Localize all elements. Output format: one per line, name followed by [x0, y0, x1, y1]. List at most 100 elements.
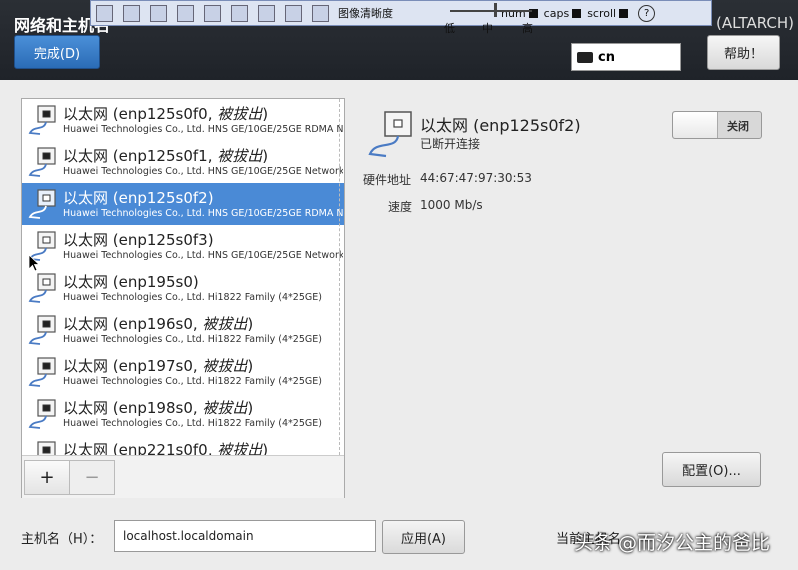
ethernet-icon [28, 189, 56, 219]
connection-description: Huawei Technologies Co., Ltd. Hi1822 Fam… [63, 334, 322, 345]
connection-name-part: ) [262, 105, 269, 123]
connection-description: Huawei Technologies Co., Ltd. Hi1822 Fam… [63, 292, 322, 303]
connection-description: Huawei Technologies Co., Ltd. HNS GE/10G… [63, 208, 343, 219]
connection-name-part: 以太网 (enp196s0, [63, 315, 203, 333]
connection-name: 以太网 (enp125s0f0, 被拔出) [63, 103, 268, 124]
connection-name-part: 被拔出 [217, 105, 263, 123]
mouse-cursor-icon [28, 254, 40, 272]
hw-address-value: 44:67:47:97:30:53 [420, 171, 532, 185]
connection-name-part: 以太网 (enp125s0f0, [63, 105, 218, 123]
connection-description: Huawei Technologies Co., Ltd. Hi1822 Fam… [63, 418, 322, 429]
keyboard-icon [577, 51, 593, 63]
connection-description: Huawei Technologies Co., Ltd. HNS GE/10G… [63, 250, 343, 261]
connection-name: 以太网 (enp195s0) [63, 271, 199, 292]
connection-name-part: ) [247, 315, 254, 333]
connection-description: Huawei Technologies Co., Ltd. HNS GE/10G… [63, 166, 343, 177]
ethernet-icon [28, 357, 56, 387]
ethernet-icon [28, 273, 56, 303]
connection-name-part: 被拔出 [202, 315, 248, 333]
connection-name-part: ) [262, 441, 269, 455]
move-icon[interactable] [123, 4, 140, 22]
quality-slider[interactable]: 低 中 高 [444, 0, 538, 35]
connection-name-part: 以太网 (enp221s0f0, [63, 441, 218, 455]
toolbar-help-icon[interactable]: ? [638, 4, 656, 22]
connection-name-part: 被拔出 [202, 399, 248, 417]
add-connection-button[interactable]: + [24, 460, 70, 495]
apply-hostname-button[interactable]: 应用(A) [382, 520, 465, 554]
ethernet-icon [28, 147, 56, 177]
hostname-input[interactable] [114, 520, 376, 552]
connection-name: 以太网 (enp198s0, 被拔出) [63, 397, 253, 418]
quality-mid-label: 中 [482, 22, 493, 35]
speed-value: 1000 Mb/s [420, 198, 483, 212]
connection-name: 以太网 (enp197s0, 被拔出) [63, 355, 253, 376]
connection-row[interactable]: 以太网 (enp125s0f1, 被拔出) Huawei Technologies… [22, 141, 344, 183]
connection-name-part: ) [247, 357, 254, 375]
connection-name-part: 被拔出 [217, 147, 263, 165]
connection-name-part: 被拔出 [217, 441, 263, 455]
connection-name: 以太网 (enp125s0f1, 被拔出) [63, 145, 268, 166]
toggle-thumb[interactable] [673, 112, 718, 138]
drive-icon[interactable] [258, 4, 275, 22]
connection-row[interactable]: 以太网 (enp125s0f0, 被拔出) Huawei Technologies… [22, 99, 344, 141]
detail-connection-status: 已断开连接 [420, 137, 481, 151]
quality-high-label: 高 [522, 22, 533, 35]
hw-address-label: 硬件地址 [363, 173, 412, 187]
keyboard-layout-indicator[interactable]: cn [571, 43, 681, 71]
keyboard-tool-icon[interactable] [177, 4, 194, 22]
done-button[interactable]: 完成(D) [14, 35, 100, 69]
ethernet-icon [28, 315, 56, 345]
hostname-label: 主机名（H）： [21, 532, 103, 547]
list-scrollbar[interactable] [339, 99, 344, 455]
connection-row[interactable]: 以太网 (enp125s0f3) Huawei Technologies Co.,… [22, 225, 344, 267]
distro-label: (ALTARCH) [716, 14, 794, 32]
pin-icon[interactable] [96, 4, 113, 22]
quality-slider-handle[interactable] [494, 3, 497, 17]
list-toolbar: + − [22, 455, 344, 498]
quality-slider-track [450, 10, 532, 12]
watermark-text: 头条 @而汐公主的爸比 [574, 532, 771, 554]
ethernet-icon [368, 111, 412, 158]
scroll-label: scroll [587, 6, 617, 20]
connection-row[interactable]: 以太网 (enp197s0, 被拔出) Huawei Technologies C… [22, 351, 344, 393]
connection-row[interactable]: 以太网 (enp198s0, 被拔出) Huawei Technologies C… [22, 393, 344, 435]
detail-connection-name: 以太网 (enp125s0f2) [420, 116, 581, 135]
connection-row[interactable]: 以太网 (enp125s0f2) Huawei Technologies Co.,… [22, 183, 344, 225]
speed-label: 速度 [388, 200, 413, 214]
configure-button[interactable]: 配置(O)... [662, 452, 761, 487]
screen-icon[interactable] [204, 4, 221, 22]
ethernet-icon [37, 441, 56, 455]
caps-label: caps [543, 6, 570, 20]
connection-name-part: 以太网 (enp198s0, [63, 399, 203, 417]
connection-row[interactable]: 以太网 (enp221s0f0, 被拔出)Huawei Technologies… [22, 435, 344, 455]
connection-name-part: 以太网 (enp197s0, [63, 357, 203, 375]
ethernet-icon [28, 399, 56, 429]
connection-name: 以太网 (enp221s0f0, 被拔出) [63, 439, 268, 455]
connection-list: 以太网 (enp125s0f0, 被拔出) Huawei Technologies… [22, 99, 344, 455]
caps-lock-indicator [572, 8, 582, 18]
remove-connection-button[interactable]: − [69, 460, 115, 495]
connection-name: 以太网 (enp196s0, 被拔出) [63, 313, 253, 334]
toggle-state-label: 关闭 [727, 120, 749, 133]
quality-label: 图像清晰度 [338, 7, 393, 20]
remote-console-toolbar: 图像清晰度 num caps scroll ? [90, 0, 712, 26]
connection-description: Huawei Technologies Co., Ltd. HNS GE/10G… [63, 124, 343, 135]
connection-name-part: 被拔出 [202, 357, 248, 375]
connection-name-part: 以太网 (enp125s0f2) [63, 189, 214, 207]
connection-name-part: 以太网 (enp195s0) [63, 273, 199, 291]
ethernet-icon [28, 105, 56, 135]
dvd-icon[interactable] [312, 4, 329, 22]
connection-toggle[interactable]: 关闭 [672, 111, 762, 139]
connection-row[interactable]: 以太网 (enp196s0, 被拔出) Huawei Technologies C… [22, 309, 344, 351]
cd-icon[interactable] [285, 4, 302, 22]
connection-name: 以太网 (enp125s0f3) [63, 229, 214, 250]
connection-name-part: 以太网 (enp125s0f3) [63, 231, 214, 249]
mouse-icon[interactable] [150, 4, 167, 22]
connection-name-part: ) [247, 399, 254, 417]
disk-icon[interactable] [231, 4, 248, 22]
connection-row[interactable]: 以太网 (enp195s0) Huawei Technologies Co., L… [22, 267, 344, 309]
connection-list-panel: 以太网 (enp125s0f0, 被拔出) Huawei Technologies… [21, 98, 345, 498]
connection-name-part: 以太网 (enp125s0f1, [63, 147, 218, 165]
keyboard-layout-label: cn [598, 49, 615, 65]
help-button[interactable]: 帮助！ [707, 35, 780, 70]
